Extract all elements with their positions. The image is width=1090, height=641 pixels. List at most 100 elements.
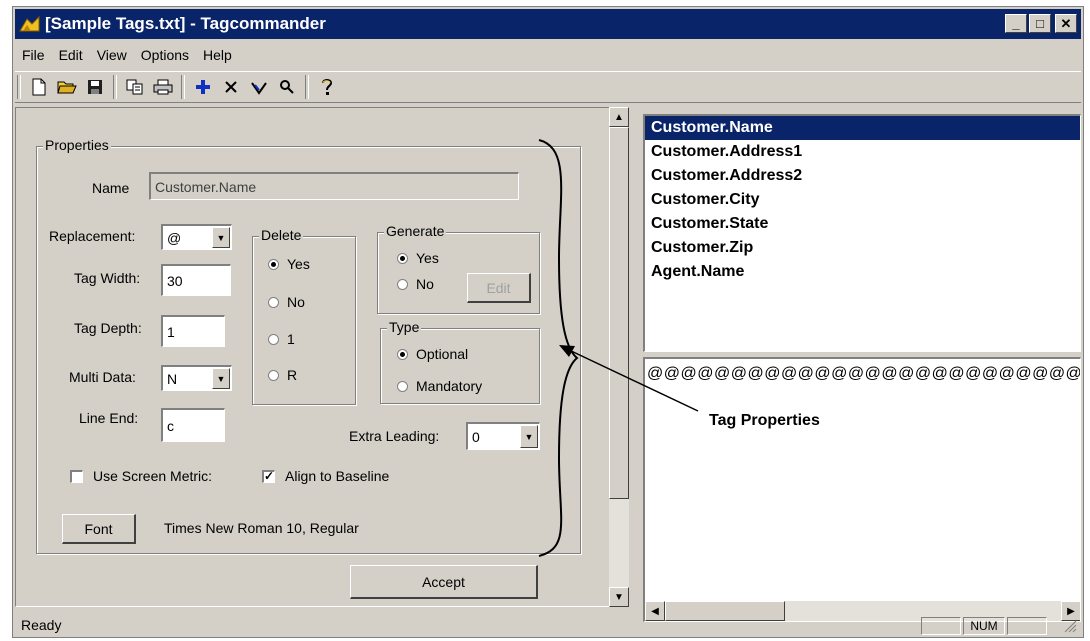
align-baseline-label: Align to Baseline <box>285 468 390 484</box>
close-button[interactable]: ✕ <box>1055 14 1077 33</box>
new-file-button[interactable] <box>27 75 51 99</box>
menu-edit[interactable]: Edit <box>59 47 83 63</box>
radio-dot <box>397 380 408 392</box>
tag-list-item[interactable]: Agent.Name <box>645 260 1080 284</box>
delete-tag-button[interactable] <box>219 75 243 99</box>
minimize-icon: _ <box>1012 16 1020 31</box>
scroll-down-button[interactable]: ▼ <box>609 587 629 607</box>
chevron-down-icon[interactable]: ▼ <box>212 368 230 389</box>
add-tag-button[interactable] <box>191 75 215 99</box>
generate-yes-radio[interactable]: Yes <box>397 250 439 266</box>
radio-dot <box>397 278 408 290</box>
type-optional-radio[interactable]: Optional <box>397 346 468 362</box>
generate-no-label: No <box>416 276 434 292</box>
generate-edit-button[interactable]: Edit <box>467 273 531 303</box>
tag-depth-field[interactable]: 1 <box>161 315 225 347</box>
chevron-down-icon[interactable]: ▼ <box>212 227 230 248</box>
radio-dot <box>397 252 408 264</box>
tag-list-item[interactable]: Customer.Address2 <box>645 164 1080 188</box>
help-question-icon <box>322 79 333 95</box>
open-folder-icon <box>57 81 77 94</box>
menu-view[interactable]: View <box>97 47 127 63</box>
multi-data-label: Multi Data: <box>69 369 136 385</box>
save-disk-icon <box>88 80 102 94</box>
tag-depth-label: Tag Depth: <box>74 320 142 336</box>
delete-yes-radio[interactable]: Yes <box>268 256 310 272</box>
multi-data-combo[interactable]: N ▼ <box>161 365 232 391</box>
print-button[interactable] <box>151 75 175 99</box>
status-panel <box>921 617 961 635</box>
type-group-label: Type <box>387 319 422 335</box>
type-optional-label: Optional <box>416 346 469 362</box>
resize-grip-icon[interactable] <box>1063 619 1077 633</box>
radio-dot <box>397 348 408 360</box>
tag-list-item[interactable]: Customer.City <box>645 188 1080 212</box>
tag-list-item[interactable]: Customer.State <box>645 212 1080 236</box>
tag-properties-callout: Tag Properties <box>709 412 820 429</box>
toolbar-separator <box>113 75 117 99</box>
maximize-button[interactable]: □ <box>1029 14 1051 33</box>
font-button-label: Font <box>84 520 113 537</box>
generate-group-label: Generate <box>384 223 447 239</box>
tag-list-item[interactable]: Customer.Zip <box>645 236 1080 260</box>
generate-yes-label: Yes <box>416 250 439 266</box>
delete-group-label: Delete <box>259 227 304 243</box>
status-text: Ready <box>21 617 62 633</box>
use-screen-metric-checkbox[interactable]: Use Screen Metric: <box>70 468 212 484</box>
help-button[interactable] <box>315 75 339 99</box>
check-mark-icon: ✓ <box>262 468 275 483</box>
status-panel <box>1007 617 1047 635</box>
num-lock-indicator: NUM <box>963 617 1005 635</box>
type-mandatory-label: Mandatory <box>416 378 483 394</box>
line-end-field[interactable]: c <box>161 408 225 442</box>
name-field[interactable]: Customer.Name <box>149 172 519 200</box>
radio-dot <box>268 258 279 270</box>
toolbar-grip <box>17 75 21 99</box>
tag-list-item[interactable]: Customer.Name <box>645 116 1080 140</box>
type-mandatory-radio[interactable]: Mandatory <box>397 378 482 394</box>
menu-bar: File Edit View Options Help <box>15 43 239 67</box>
tag-width-field[interactable]: 30 <box>161 264 231 296</box>
delete-no-label: No <box>287 294 305 310</box>
font-value: Times New Roman 10, Regular <box>164 520 359 536</box>
generate-no-radio[interactable]: No <box>397 276 434 292</box>
accept-button[interactable]: Accept <box>350 565 538 599</box>
radio-dot <box>268 296 279 308</box>
menu-help[interactable]: Help <box>203 47 232 63</box>
replacement-combo[interactable]: @ ▼ <box>161 224 232 250</box>
tag-list-item[interactable]: Customer.Address1 <box>645 140 1080 164</box>
delete-r-label: R <box>287 367 298 383</box>
delete-no-radio[interactable]: No <box>268 294 305 310</box>
delete-x-icon <box>225 81 237 93</box>
search-button[interactable] <box>275 75 299 99</box>
delete-r-radio[interactable]: R <box>268 367 297 383</box>
print-icon <box>153 79 173 95</box>
properties-pane: Properties Name Customer.Name Replacemen… <box>15 107 623 607</box>
toolbar-separator <box>181 75 185 99</box>
arrow-up-icon: ▲ <box>614 111 624 123</box>
properties-group-label: Properties <box>43 137 111 153</box>
tag-list: Customer.Name Customer.Address1 Customer… <box>643 114 1081 352</box>
scroll-thumb[interactable] <box>609 127 629 499</box>
title-bar[interactable]: [Sample Tags.txt] - Tagcommander _ □ ✕ <box>15 9 1081 39</box>
name-label: Name <box>92 180 130 196</box>
arrow-down-icon: ▼ <box>614 591 624 603</box>
scroll-up-button[interactable]: ▲ <box>609 107 629 127</box>
edit-bracket-icon <box>251 82 267 95</box>
menu-file[interactable]: File <box>22 47 45 63</box>
tag-depth-value: 1 <box>167 323 175 340</box>
tag-width-value: 30 <box>167 272 183 289</box>
minimize-button[interactable]: _ <box>1005 14 1027 33</box>
extra-leading-combo[interactable]: 0 ▼ <box>466 422 540 450</box>
align-baseline-checkbox[interactable]: ✓ Align to Baseline <box>262 468 389 484</box>
toolbar-separator <box>305 75 309 99</box>
menu-options[interactable]: Options <box>141 47 189 63</box>
font-button[interactable]: Font <box>62 514 136 544</box>
save-button[interactable] <box>83 75 107 99</box>
radio-dot <box>268 333 279 345</box>
delete-1-radio[interactable]: 1 <box>268 331 295 347</box>
copy-button[interactable] <box>123 75 147 99</box>
tag-preview[interactable]: @@@@@@@@@@@@@@@@@@@@@@@@@@@@@@ ◀ ▶ <box>643 357 1081 622</box>
open-button[interactable] <box>55 75 79 99</box>
edit-tag-button[interactable] <box>247 75 271 99</box>
